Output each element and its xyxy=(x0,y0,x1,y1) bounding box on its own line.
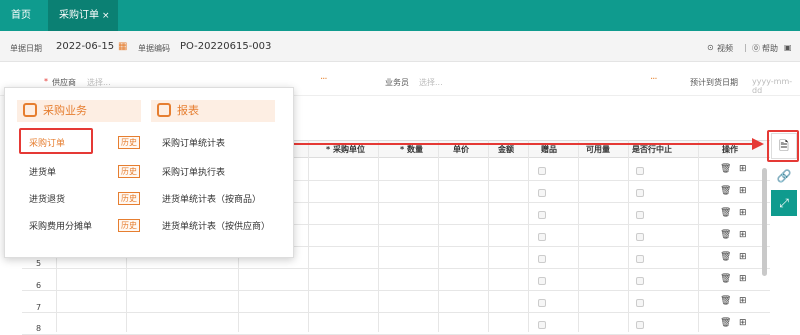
salesman-label: 业务员 xyxy=(385,78,409,87)
table-row xyxy=(22,291,770,313)
insert-row-icon[interactable]: ⊞ xyxy=(739,208,747,218)
purchase-menu-popup: 采购业务 报表 采购订单 历史 进货单 历史 进货退货 历史 采购费用分摊单 历… xyxy=(4,87,294,258)
insert-row-icon[interactable]: ⊞ xyxy=(739,274,747,284)
vertical-scrollbar[interactable] xyxy=(762,168,767,276)
stop-checkbox[interactable] xyxy=(636,277,644,285)
insert-row-icon[interactable]: ⊞ xyxy=(739,318,747,328)
highlight-box xyxy=(19,128,93,154)
help-icon[interactable]: ⓪ xyxy=(752,43,760,54)
insert-row-icon[interactable]: ⊞ xyxy=(739,296,747,306)
header-info-bar: 单据日期 2022-06-15 ▦ 单据编码 PO-20220615-003 ⊙… xyxy=(0,31,800,62)
gift-checkbox[interactable] xyxy=(538,321,546,329)
gift-checkbox[interactable] xyxy=(538,299,546,307)
date-value[interactable]: 2022-06-15 xyxy=(56,41,114,52)
insert-row-icon[interactable]: ⊞ xyxy=(739,230,747,240)
delete-icon[interactable]: 🗑 xyxy=(720,186,731,196)
expand-icon[interactable]: ⤢ xyxy=(771,190,797,216)
category-label: 采购业务 xyxy=(43,104,87,117)
insert-row-icon[interactable]: ⊞ xyxy=(739,186,747,196)
gift-checkbox[interactable] xyxy=(538,233,546,241)
purchase-business-icon xyxy=(23,103,37,117)
category-reports: 报表 xyxy=(151,100,275,122)
order-no-label: 单据编码 xyxy=(138,44,170,53)
stop-checkbox[interactable] xyxy=(636,211,644,219)
delete-icon[interactable]: 🗑 xyxy=(720,164,731,174)
highlight-box xyxy=(767,130,799,162)
row-number: 6 xyxy=(36,281,42,290)
stop-checkbox[interactable] xyxy=(636,189,644,197)
stop-checkbox[interactable] xyxy=(636,255,644,263)
annotation-arrowhead xyxy=(752,138,764,150)
divider: | xyxy=(744,43,747,52)
video-icon[interactable]: ⊙ xyxy=(707,43,714,52)
delete-icon[interactable]: 🗑 xyxy=(720,230,731,240)
row-number: 5 xyxy=(36,259,42,268)
menu-item-order-execution[interactable]: 采购订单执行表 xyxy=(162,165,225,178)
tab-purchase-order[interactable]: 采购订单 × xyxy=(48,0,118,31)
stop-checkbox[interactable] xyxy=(636,321,644,329)
required-mark: * xyxy=(44,77,48,86)
delete-icon[interactable]: 🗑 xyxy=(720,318,731,328)
history-tag[interactable]: 历史 xyxy=(118,219,140,232)
date-label: 单据日期 xyxy=(10,44,42,53)
attachment-icon[interactable]: 🔗 xyxy=(771,164,797,190)
row-number: 7 xyxy=(36,303,42,312)
salesman-input[interactable]: 选择... xyxy=(419,77,443,88)
insert-row-icon[interactable]: ⊞ xyxy=(739,252,747,262)
stop-checkbox[interactable] xyxy=(636,233,644,241)
video-link[interactable]: 视频 xyxy=(717,43,733,54)
category-label: 报表 xyxy=(177,104,199,117)
help-link[interactable]: 帮助 xyxy=(762,43,778,54)
history-tag[interactable]: 历史 xyxy=(118,192,140,205)
delete-icon[interactable]: 🗑 xyxy=(720,296,731,306)
gift-checkbox[interactable] xyxy=(538,189,546,197)
ellipsis-icon[interactable]: ··· xyxy=(320,74,327,85)
delete-icon[interactable]: 🗑 xyxy=(720,274,731,284)
tab-label: 采购订单 xyxy=(59,10,99,21)
history-tag[interactable]: 历史 xyxy=(118,165,140,178)
category-purchase-business: 采购业务 xyxy=(17,100,141,122)
gift-checkbox[interactable] xyxy=(538,211,546,219)
arrival-date-label: 预计到货日期 xyxy=(690,78,738,87)
report-icon xyxy=(157,103,171,117)
delete-icon[interactable]: 🗑 xyxy=(720,208,731,218)
menu-item-receipt-stats-supplier[interactable]: 进货单统计表（按供应商） xyxy=(162,219,270,232)
menu-item-receipt[interactable]: 进货单 xyxy=(29,165,56,178)
delete-icon[interactable]: 🗑 xyxy=(720,252,731,262)
gift-checkbox[interactable] xyxy=(538,255,546,263)
top-tab-bar: 首页 采购订单 × xyxy=(0,0,800,31)
menu-item-receipt-stats-product[interactable]: 进货单统计表（按商品） xyxy=(162,192,261,205)
menu-item-cost-allocation[interactable]: 采购费用分摊单 xyxy=(29,219,92,232)
history-tag[interactable]: 历史 xyxy=(118,136,140,149)
menu-item-order-stats[interactable]: 采购订单统计表 xyxy=(162,136,225,149)
table-row xyxy=(22,269,770,291)
insert-row-icon[interactable]: ⊞ xyxy=(739,164,747,174)
menu-item-return[interactable]: 进货退货 xyxy=(29,192,65,205)
stop-checkbox[interactable] xyxy=(636,299,644,307)
close-icon[interactable]: × xyxy=(102,11,110,21)
gift-checkbox[interactable] xyxy=(538,167,546,175)
stop-checkbox[interactable] xyxy=(636,167,644,175)
ellipsis-icon[interactable]: ··· xyxy=(650,74,657,85)
calendar-icon[interactable]: ▦ xyxy=(118,41,127,52)
gift-checkbox[interactable] xyxy=(538,277,546,285)
more-icon[interactable]: ▣ xyxy=(784,43,792,52)
arrival-date-input[interactable]: yyyy-mm-dd xyxy=(752,77,800,95)
tab-home[interactable]: 首页 xyxy=(0,0,42,31)
order-no-value: PO-20220615-003 xyxy=(180,41,272,52)
